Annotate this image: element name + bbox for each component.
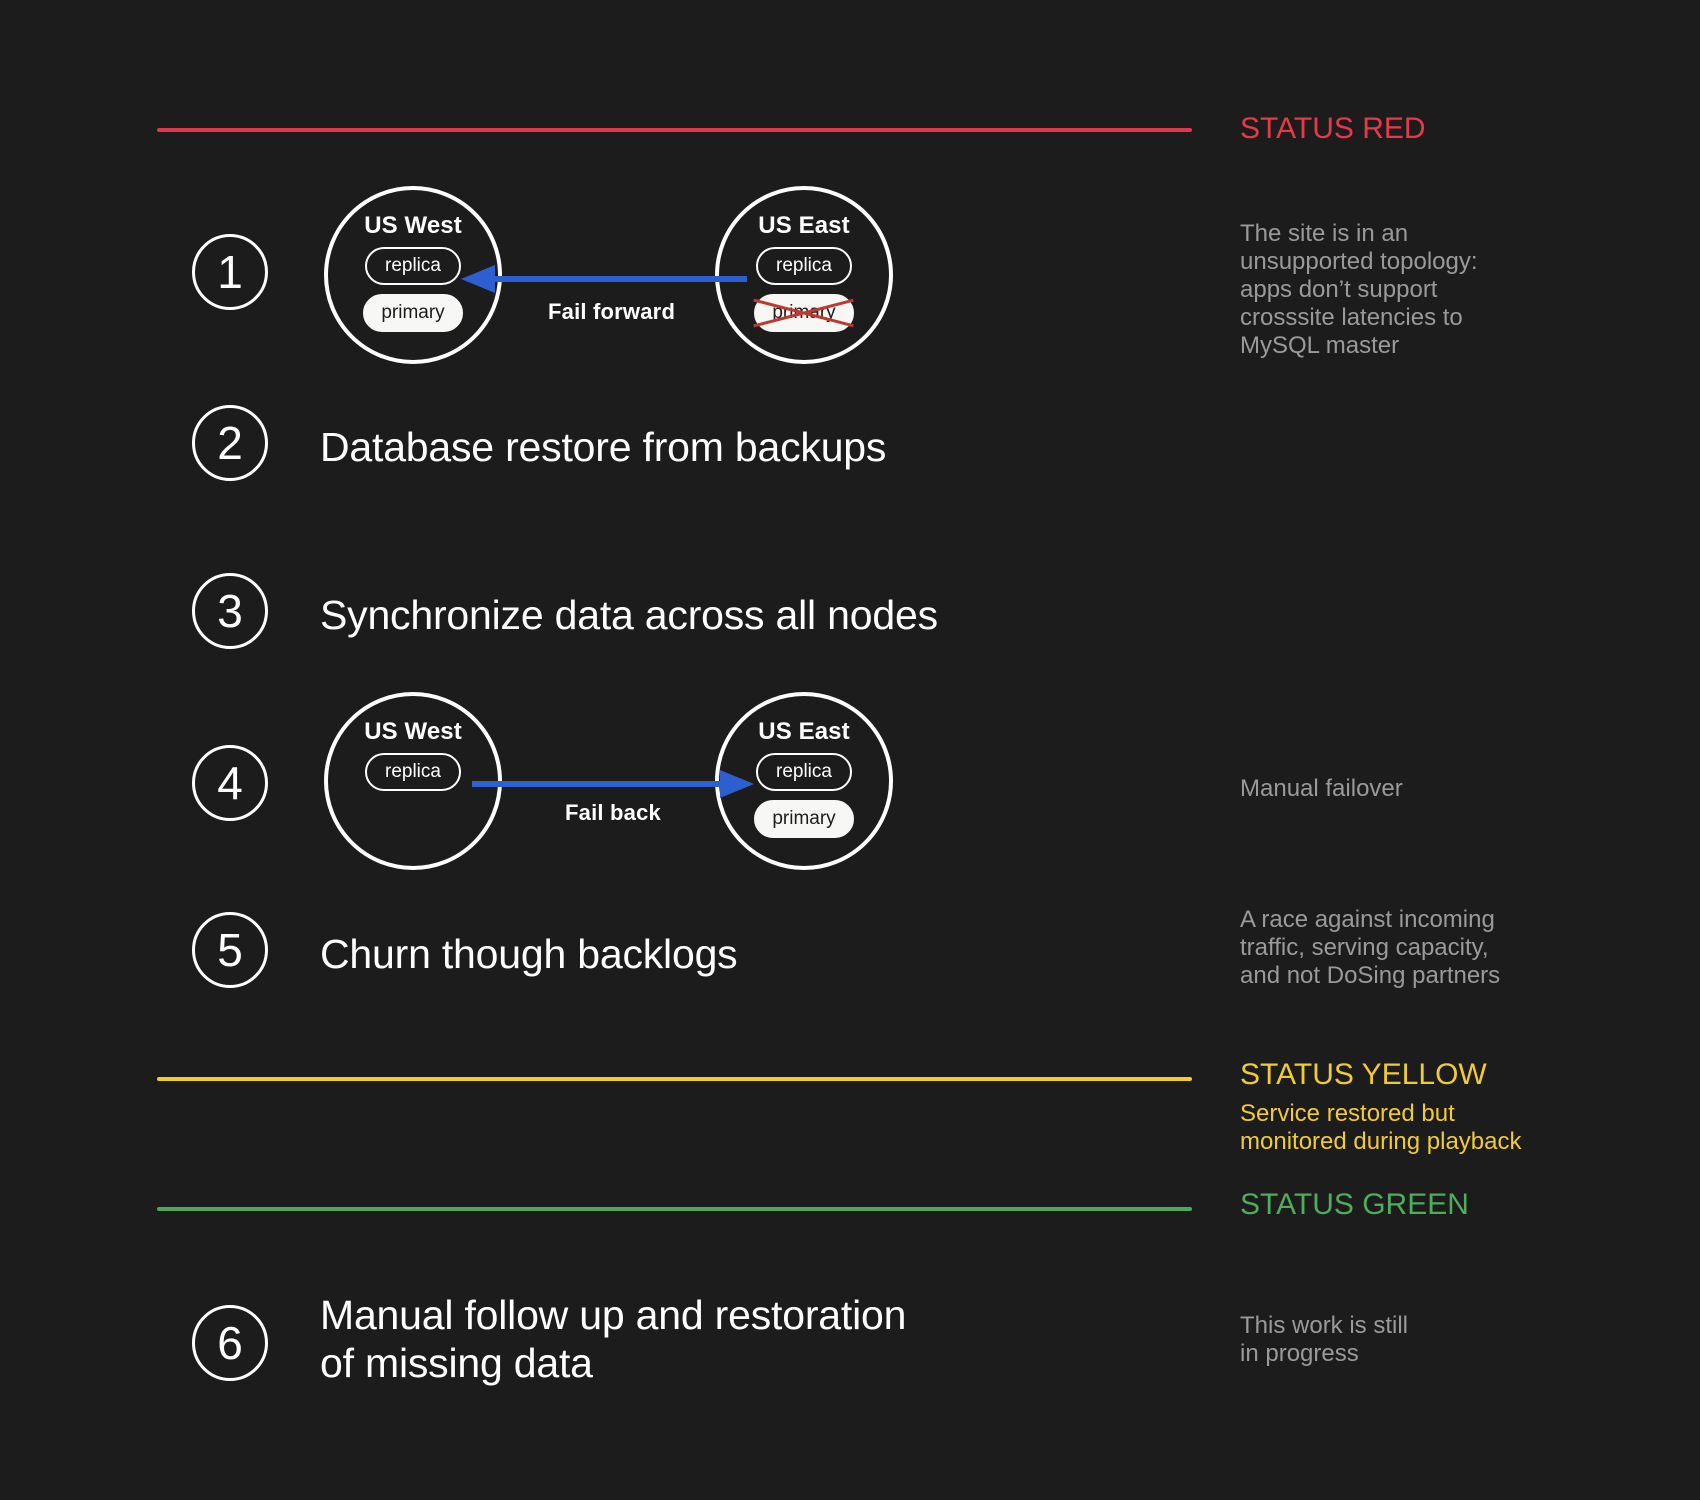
pill-replica: replica: [365, 247, 461, 285]
diagram-canvas: 1 US West replica primary US East replic…: [0, 0, 1700, 1500]
status-heading-yellow: STATUS YELLOW: [1240, 1058, 1487, 1091]
arrow-label-fail-forward: Fail forward: [548, 299, 676, 324]
step-title-2: Database restore from backups: [320, 424, 887, 470]
status-heading-red: STATUS RED: [1240, 112, 1426, 145]
step-title-6: Manual follow up and restoration of miss…: [320, 1292, 907, 1386]
divider-status-yellow: [157, 1077, 1192, 1081]
arrow-fail-forward: [461, 265, 747, 293]
step-title-5: Churn though backlogs: [320, 931, 738, 977]
arrow-fail-back: [472, 770, 754, 798]
note-status-red: The site is in an unsupported topology: …: [1240, 220, 1478, 360]
pill-primary-struck-out: primary: [754, 294, 854, 332]
note-race-against-traffic: A race against incoming traffic, serving…: [1240, 906, 1501, 990]
step-badge-4: 4: [192, 745, 268, 821]
status-heading-green: STATUS GREEN: [1240, 1188, 1469, 1221]
step-title-3: Synchronize data across all nodes: [320, 592, 938, 638]
step-badge-2: 2: [192, 405, 268, 481]
pill-replica: replica: [756, 247, 852, 285]
step-badge-1: 1: [192, 234, 268, 310]
note-status-yellow: Service restored but monitored during pl…: [1240, 1100, 1522, 1156]
pill-primary: primary: [363, 294, 463, 332]
pill-primary: primary: [754, 800, 854, 838]
divider-status-green: [157, 1207, 1192, 1211]
region-name-label: US East: [758, 718, 850, 745]
region-name-label: US West: [364, 212, 462, 239]
region-name-label: US West: [364, 718, 462, 745]
pill-replica: replica: [365, 753, 461, 791]
step-badge-3: 3: [192, 573, 268, 649]
divider-status-red: [157, 128, 1192, 132]
pill-replica: replica: [756, 753, 852, 791]
arrow-label-fail-back: Fail back: [565, 800, 661, 825]
note-work-in-progress: This work is still in progress: [1240, 1312, 1409, 1368]
note-manual-failover: Manual failover: [1240, 775, 1403, 802]
region-name-label: US East: [758, 212, 850, 239]
step-badge-5: 5: [192, 912, 268, 988]
step-badge-6: 6: [192, 1305, 268, 1381]
